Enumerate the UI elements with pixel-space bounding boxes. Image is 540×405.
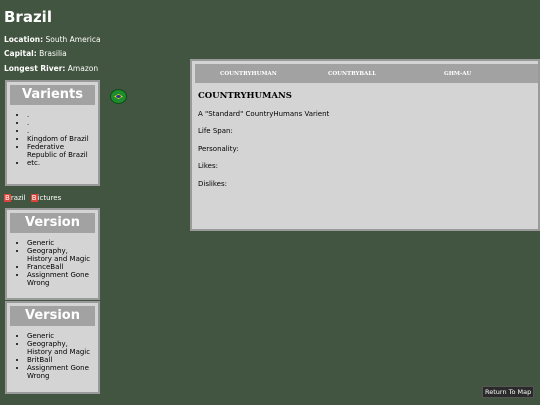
location-label: Location: (4, 35, 44, 44)
variant-item[interactable]: Federative Republic of Brazil (27, 143, 94, 159)
river-label: Longest River: (4, 64, 66, 73)
likes-label: Likes: (198, 162, 218, 170)
location-info: Location: South America (4, 35, 101, 44)
life-span-label: Life Span: (198, 127, 233, 135)
version-item[interactable]: BritBall (27, 356, 94, 364)
panel-description: A "Standard" CountryHumans Varient (198, 110, 330, 118)
personality-label: Personality: (198, 145, 239, 153)
variants-header: Varients (10, 85, 95, 105)
variant-item[interactable]: . (27, 111, 94, 119)
river-value: Amazon (67, 64, 99, 73)
brazil-flag-icon[interactable] (110, 89, 127, 104)
pictures-link[interactable]: Bictures (30, 194, 61, 202)
version-item[interactable]: FranceBall (27, 263, 94, 271)
brazil-link[interactable]: Brazil (4, 194, 26, 202)
river-info: Longest River: Amazon (4, 64, 98, 73)
page-links: Brazil Bictures (4, 194, 64, 202)
version-item[interactable]: Geography, History and Magic (27, 247, 94, 263)
version-item[interactable]: Generic (27, 332, 94, 340)
variants-list: . . . Kingdom of Brazil Federative Repub… (7, 105, 98, 171)
version-header: Version (10, 306, 95, 326)
capital-label: Capital: (4, 49, 37, 58)
variant-item[interactable]: Kingdom of Brazil (27, 135, 94, 143)
variant-item[interactable]: etc. (27, 159, 94, 167)
tab-countryball[interactable]: COUNTRYBALL (328, 71, 376, 77)
variant-panel: COUNTRYHUMAN COUNTRYBALL GHM-AU COUNTRYH… (190, 59, 540, 231)
capital-value: Brasilia (39, 49, 67, 58)
panel-title: COUNTRYHUMANS (198, 91, 292, 101)
version-item[interactable]: Generic (27, 239, 94, 247)
version-item[interactable]: Assignment Gone Wrong (27, 271, 94, 287)
version-box-1: Version Generic Geography, History and M… (5, 208, 100, 300)
version-item[interactable]: Geography, History and Magic (27, 340, 94, 356)
version-item[interactable]: Assignment Gone Wrong (27, 364, 94, 380)
return-to-map-button[interactable]: Return To Map (482, 386, 535, 398)
dislikes-label: Dislikes: (198, 180, 227, 188)
tab-bar: COUNTRYHUMAN COUNTRYBALL GHM-AU (195, 64, 538, 83)
tab-ghm-au[interactable]: GHM-AU (444, 71, 471, 77)
version-header: Version (10, 213, 95, 233)
variants-box: Varients . . . Kingdom of Brazil Federat… (5, 80, 100, 186)
variant-item[interactable]: . (27, 127, 94, 135)
tab-countryhuman[interactable]: COUNTRYHUMAN (220, 71, 277, 77)
version-list: Generic Geography, History and Magic Fra… (7, 233, 98, 291)
location-value: South America (45, 35, 101, 44)
variant-item[interactable]: . (27, 119, 94, 127)
page-title: Brazil (4, 8, 52, 26)
version-list: Generic Geography, History and Magic Bri… (7, 326, 98, 384)
version-box-2: Version Generic Geography, History and M… (5, 301, 100, 394)
capital-info: Capital: Brasilia (4, 49, 67, 58)
